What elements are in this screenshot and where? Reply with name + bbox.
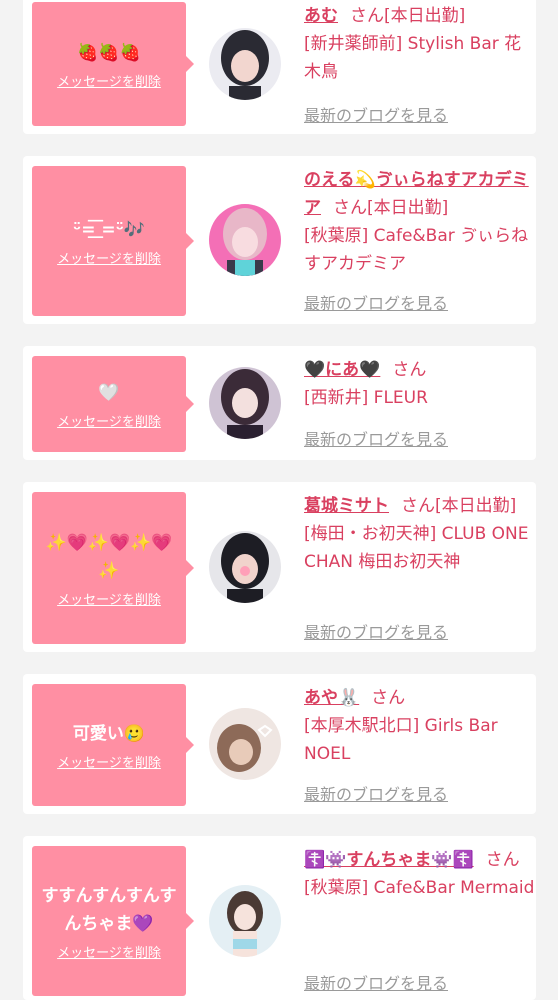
delete-message-link[interactable]: メッセージを削除	[57, 752, 161, 771]
area-text: [西新井]	[304, 388, 369, 408]
area-text: [梅田・お初天神]	[304, 524, 437, 544]
area-text: [新井薬師前]	[304, 34, 403, 54]
avatar-image	[209, 28, 281, 100]
message-bubble: 可愛い🥲 メッセージを削除	[32, 684, 194, 806]
message-card: ✨💗✨💗✨💗✨ メッセージを削除 葛城ミサト さん[本日出勤] [梅田・お初天神]…	[23, 482, 536, 652]
area-text: [本厚木駅北口]	[304, 716, 420, 736]
message-bubble: すすんすんすんすんちゃま💜 メッセージを削除	[32, 846, 194, 996]
san-label: さん	[392, 360, 427, 380]
message-bubble: ᵕ̈=͟͟͞͞ =ᵕ̈🎶 メッセージを削除	[32, 166, 194, 316]
view-latest-blog-link[interactable]: 最新のブログを見る	[304, 290, 448, 314]
view-latest-blog-link[interactable]: 最新のブログを見る	[304, 426, 448, 450]
message-bubble: 🤍 メッセージを削除	[32, 356, 194, 452]
san-label: さん	[485, 850, 520, 870]
message-bubble: 🍓🍓🍓 メッセージを削除	[32, 2, 194, 126]
cast-name-link[interactable]: あや🐰	[304, 688, 359, 708]
cast-name-link[interactable]: 🖤にあ🖤	[304, 360, 380, 380]
avatar-image	[209, 708, 281, 780]
shop-name: Cafe&Bar Mermaid	[373, 878, 535, 898]
message-card: ᵕ̈=͟͟͞͞ =ᵕ̈🎶 メッセージを削除 のえる💫ゔぃらねすアカデミア さん[本…	[23, 156, 536, 324]
cast-name-link[interactable]: ☦️👾すんちゃま👾☦️	[304, 850, 474, 870]
message-text: 可愛い🥲	[72, 723, 146, 744]
view-latest-blog-link[interactable]: 最新のブログを見る	[304, 102, 448, 126]
san-label: さん	[401, 496, 435, 516]
avatar[interactable]	[209, 708, 281, 780]
delete-message-link[interactable]: メッセージを削除	[57, 71, 161, 90]
avatar[interactable]	[209, 367, 281, 439]
cast-info: 葛城ミサト さん[本日出勤] [梅田・お初天神] CLUB ONE CHAN 梅田…	[304, 492, 536, 576]
message-text: 🤍	[98, 382, 120, 403]
cast-info: のえる💫ゔぃらねすアカデミア さん[本日出勤] [秋葉原] Cafe&Bar ゔぃ…	[304, 166, 536, 278]
delete-message-link[interactable]: メッセージを削除	[57, 589, 161, 608]
area-text: [秋葉原]	[304, 226, 369, 246]
message-card: すすんすんすんすんちゃま💜 メッセージを削除 ☦️👾すんちゃま👾☦️ さん [秋葉…	[23, 836, 536, 1000]
area-text: [秋葉原]	[304, 878, 369, 898]
view-latest-blog-link[interactable]: 最新のブログを見る	[304, 781, 448, 805]
cast-info: 🖤にあ🖤 さん [西新井] FLEUR	[304, 356, 536, 412]
avatar-image	[209, 531, 281, 603]
message-bubble: ✨💗✨💗✨💗✨ メッセージを削除	[32, 492, 194, 644]
shop-name: FLEUR	[373, 388, 428, 408]
san-label: さん	[371, 688, 406, 708]
message-text: ᵕ̈=͟͟͞͞ =ᵕ̈🎶	[72, 219, 146, 240]
avatar-image	[209, 204, 281, 276]
message-text: すすんすんすんすんちゃま💜	[41, 885, 177, 934]
san-label: さん	[333, 198, 367, 218]
message-card: 🍓🍓🍓 メッセージを削除 あむ さん[本日出勤] [新井薬師前] Stylish …	[23, 0, 536, 134]
cast-info: あむ さん[本日出勤] [新井薬師前] Stylish Bar 花木鳥	[304, 2, 536, 86]
avatar[interactable]	[209, 531, 281, 603]
cast-info: あや🐰 さん [本厚木駅北口] Girls Bar NOEL	[304, 684, 536, 768]
status-text: [本日出勤]	[384, 6, 466, 26]
avatar[interactable]	[209, 28, 281, 100]
cast-info: ☦️👾すんちゃま👾☦️ さん [秋葉原] Cafe&Bar Mermaid	[304, 846, 536, 902]
status-text: [本日出勤]	[435, 496, 517, 516]
delete-message-link[interactable]: メッセージを削除	[57, 248, 161, 267]
message-card: 可愛い🥲 メッセージを削除 あや🐰 さん [本厚木駅北口] Girls Bar N…	[23, 674, 536, 814]
avatar-image	[209, 367, 281, 439]
cast-name-link[interactable]: 葛城ミサト	[304, 496, 389, 516]
avatar[interactable]	[209, 885, 281, 957]
view-latest-blog-link[interactable]: 最新のブログを見る	[304, 970, 448, 994]
status-text: [本日出勤]	[367, 198, 449, 218]
view-latest-blog-link[interactable]: 最新のブログを見る	[304, 619, 448, 643]
avatar[interactable]	[209, 204, 281, 276]
delete-message-link[interactable]: メッセージを削除	[57, 942, 161, 961]
delete-message-link[interactable]: メッセージを削除	[57, 411, 161, 430]
avatar-image	[209, 885, 281, 957]
message-text: ✨💗✨💗✨💗✨	[45, 532, 173, 581]
message-text: 🍓🍓🍓	[77, 42, 141, 63]
message-card: 🤍 メッセージを削除 🖤にあ🖤 さん [西新井] FLEUR 最新のブログを見る	[23, 346, 536, 460]
cast-name-link[interactable]: あむ	[304, 6, 338, 26]
san-label: さん	[350, 6, 384, 26]
